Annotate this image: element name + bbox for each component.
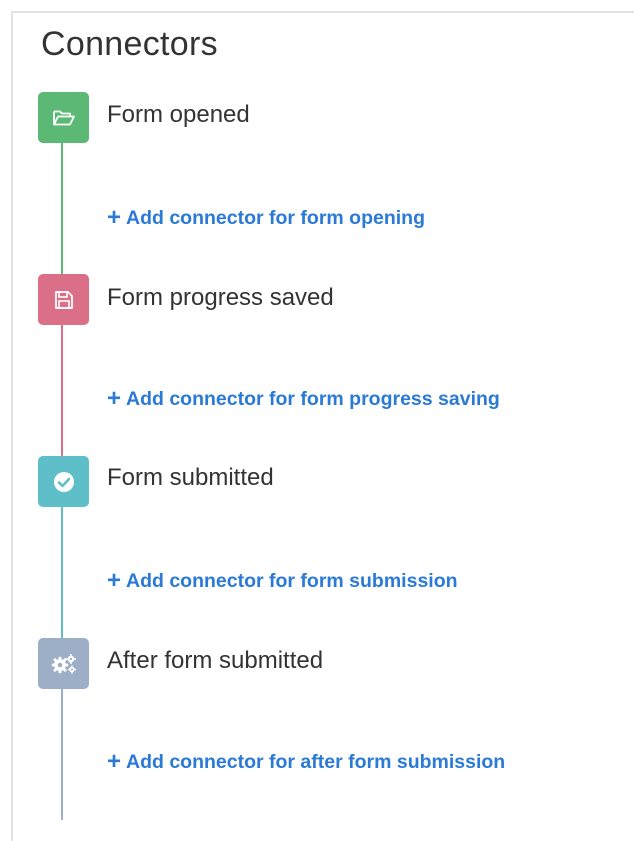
timeline-line-opened	[61, 142, 63, 274]
add-connector-after-form-submission-link[interactable]: + Add connector for after form submissio…	[107, 749, 505, 775]
event-label-form-progress-saved: Form progress saved	[107, 284, 334, 311]
folder-open-icon	[52, 110, 75, 125]
add-connector-form-progress-saving-link[interactable]: + Add connector for form progress saving	[107, 386, 500, 412]
plus-icon: +	[107, 204, 122, 231]
event-icon-after-form-submitted	[38, 638, 89, 689]
add-connector-label: Add connector for form opening	[126, 207, 425, 229]
check-circle-icon	[53, 471, 74, 492]
add-connector-label: Add connector for form progress saving	[126, 388, 500, 410]
add-connector-form-opening-link[interactable]: + Add connector for form opening	[107, 205, 425, 231]
add-connector-form-submission-link[interactable]: + Add connector for form submission	[107, 568, 458, 594]
timeline-line-after	[61, 688, 63, 820]
add-connector-label: Add connector for after form submission	[126, 751, 506, 773]
plus-icon: +	[107, 748, 122, 775]
event-label-form-submitted: Form submitted	[107, 464, 274, 491]
event-icon-form-progress-saved	[38, 274, 89, 325]
plus-icon: +	[107, 385, 122, 412]
gears-icon	[51, 653, 76, 674]
timeline-line-submitted	[61, 506, 63, 638]
timeline-line-saved	[61, 324, 63, 456]
add-connector-label: Add connector for form submission	[126, 570, 458, 592]
floppy-disk-icon	[54, 290, 73, 309]
event-label-after-form-submitted: After form submitted	[107, 647, 324, 674]
connectors-panel	[11, 11, 634, 841]
event-icon-form-submitted	[38, 456, 89, 507]
plus-icon: +	[107, 567, 122, 594]
event-label-form-opened: Form opened	[107, 101, 250, 128]
event-icon-form-opened	[38, 92, 89, 143]
page-title: Connectors	[41, 25, 218, 63]
